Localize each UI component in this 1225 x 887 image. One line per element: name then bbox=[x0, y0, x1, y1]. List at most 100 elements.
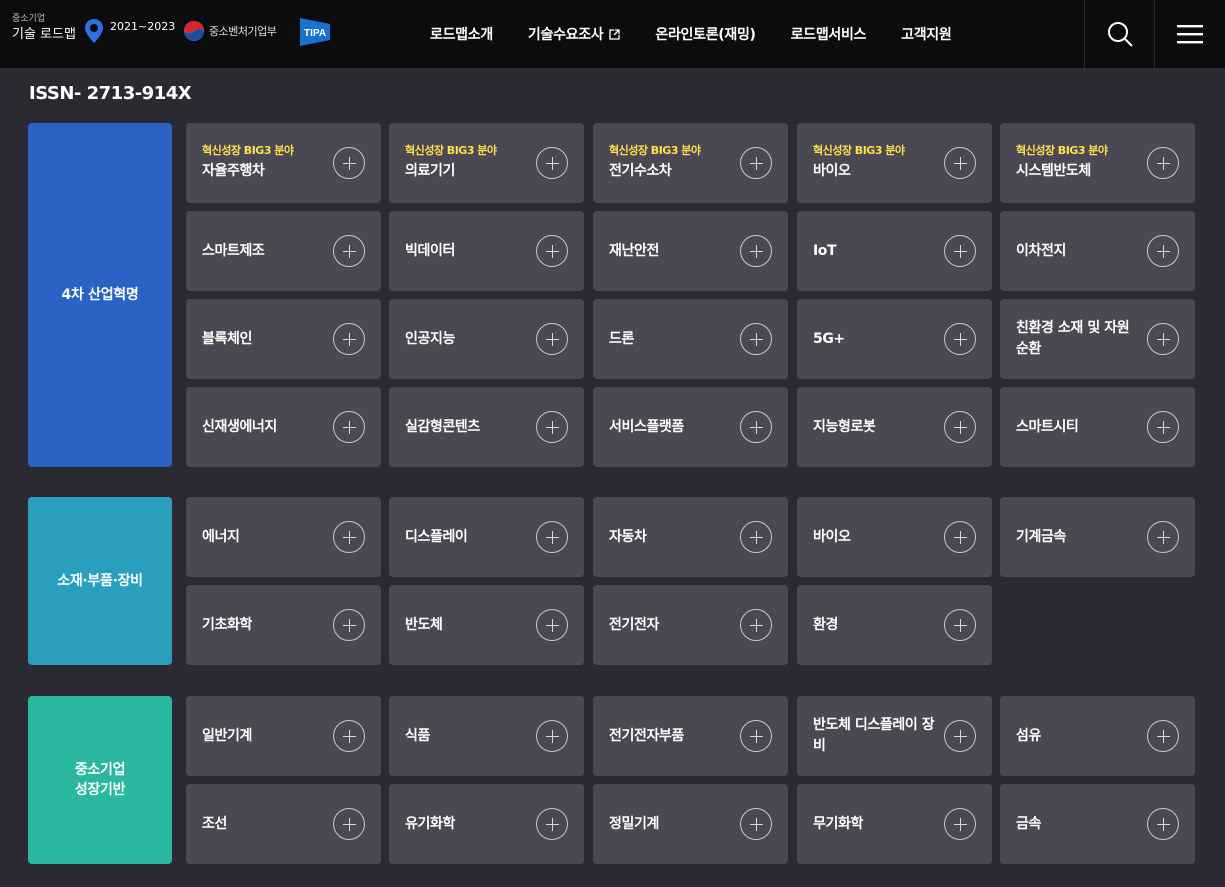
logo-main: 기술 로드맵 bbox=[12, 27, 76, 42]
roadmap-card[interactable]: 자동차 bbox=[593, 497, 788, 577]
plus-icon[interactable] bbox=[536, 521, 568, 553]
roadmap-card[interactable]: 조선 bbox=[186, 784, 381, 864]
roadmap-card[interactable]: 디스플레이 bbox=[389, 497, 584, 577]
card-tag: 혁신성장 BIG3 분야 bbox=[609, 144, 701, 157]
nav-customer-support[interactable]: 고객지원 bbox=[901, 24, 952, 44]
card-title: 시스템반도체 bbox=[1016, 163, 1091, 179]
roadmap-card[interactable]: 반도체 bbox=[389, 585, 584, 665]
roadmap-card[interactable]: 신재생에너지 bbox=[186, 387, 381, 467]
plus-icon[interactable] bbox=[944, 235, 976, 267]
roadmap-card[interactable]: 혁신성장 BIG3 분야 바이오 bbox=[797, 123, 992, 203]
plus-icon[interactable] bbox=[944, 521, 976, 553]
plus-icon[interactable] bbox=[944, 411, 976, 443]
nav-roadmap-service[interactable]: 로드맵서비스 bbox=[791, 24, 867, 44]
ministry-label[interactable]: 중소벤처기업부 bbox=[209, 23, 277, 39]
roadmap-card[interactable]: 실감형콘텐츠 bbox=[389, 387, 584, 467]
roadmap-card[interactable]: 서비스플랫폼 bbox=[593, 387, 788, 467]
plus-icon[interactable] bbox=[536, 808, 568, 840]
roadmap-card[interactable]: 친환경 소재 및 자원순환 bbox=[1000, 299, 1195, 379]
plus-icon[interactable] bbox=[536, 323, 568, 355]
card-title: 디스플레이 bbox=[405, 528, 468, 545]
plus-icon[interactable] bbox=[740, 323, 772, 355]
roadmap-card[interactable]: 일반기계 bbox=[186, 696, 381, 776]
roadmap-card[interactable]: 에너지 bbox=[186, 497, 381, 577]
section-label-text: 4차 산업혁명 bbox=[61, 287, 139, 303]
roadmap-card[interactable]: 기초화학 bbox=[186, 585, 381, 665]
roadmap-card[interactable]: 전기전자 bbox=[593, 585, 788, 665]
plus-icon[interactable] bbox=[1147, 808, 1179, 840]
card-title: IoT bbox=[813, 242, 837, 259]
roadmap-card[interactable]: 5G+ bbox=[797, 299, 992, 379]
plus-icon[interactable] bbox=[536, 411, 568, 443]
roadmap-card[interactable]: 이차전지 bbox=[1000, 211, 1195, 291]
plus-icon[interactable] bbox=[740, 808, 772, 840]
roadmap-card[interactable]: 혁신성장 BIG3 분야 전기수소차 bbox=[593, 123, 788, 203]
roadmap-card[interactable]: 혁신성장 BIG3 분야 시스템반도체 bbox=[1000, 123, 1195, 203]
plus-icon[interactable] bbox=[333, 147, 365, 179]
plus-icon[interactable] bbox=[944, 609, 976, 641]
menu-button[interactable] bbox=[1155, 0, 1225, 68]
roadmap-card[interactable]: IoT bbox=[797, 211, 992, 291]
nav-online-discussion[interactable]: 온라인토론(재밍) bbox=[655, 24, 756, 44]
roadmap-card[interactable]: 드론 bbox=[593, 299, 788, 379]
roadmap-card[interactable]: 스마트시티 bbox=[1000, 387, 1195, 467]
plus-icon[interactable] bbox=[536, 235, 568, 267]
roadmap-card[interactable]: 기계금속 bbox=[1000, 497, 1195, 577]
roadmap-card[interactable]: 인공지능 bbox=[389, 299, 584, 379]
roadmap-card[interactable]: 환경 bbox=[797, 585, 992, 665]
roadmap-card[interactable]: 바이오 bbox=[797, 497, 992, 577]
nav-tech-demand-survey[interactable]: 기술수요조사 bbox=[528, 24, 621, 44]
roadmap-card[interactable]: 지능형로봇 bbox=[797, 387, 992, 467]
plus-icon[interactable] bbox=[1147, 147, 1179, 179]
plus-icon[interactable] bbox=[740, 609, 772, 641]
site-logo[interactable]: 중소기업 기술 로드맵 bbox=[12, 14, 82, 43]
card-title: 스마트시티 bbox=[1016, 418, 1079, 435]
roadmap-card[interactable]: 스마트제조 bbox=[186, 211, 381, 291]
card-text: 친환경 소재 및 자원순환 bbox=[1016, 299, 1141, 379]
plus-icon[interactable] bbox=[333, 411, 365, 443]
plus-icon[interactable] bbox=[1147, 235, 1179, 267]
plus-icon[interactable] bbox=[740, 411, 772, 443]
plus-icon[interactable] bbox=[740, 147, 772, 179]
plus-icon[interactable] bbox=[944, 147, 976, 179]
card-title: 환경 bbox=[813, 616, 838, 633]
roadmap-card[interactable]: 블록체인 bbox=[186, 299, 381, 379]
roadmap-card[interactable]: 무기화학 bbox=[797, 784, 992, 864]
roadmap-card[interactable]: 식품 bbox=[389, 696, 584, 776]
plus-icon[interactable] bbox=[333, 609, 365, 641]
roadmap-card[interactable]: 정밀기계 bbox=[593, 784, 788, 864]
plus-icon[interactable] bbox=[1147, 411, 1179, 443]
roadmap-card[interactable]: 빅데이터 bbox=[389, 211, 584, 291]
plus-icon[interactable] bbox=[944, 323, 976, 355]
roadmap-card[interactable]: 전기전자부품 bbox=[593, 696, 788, 776]
plus-icon[interactable] bbox=[1147, 323, 1179, 355]
plus-icon[interactable] bbox=[1147, 521, 1179, 553]
nav-roadmap-intro[interactable]: 로드맵소개 bbox=[430, 24, 493, 44]
plus-icon[interactable] bbox=[536, 147, 568, 179]
card-text: 인공지능 bbox=[405, 299, 530, 379]
plus-icon[interactable] bbox=[333, 235, 365, 267]
roadmap-card[interactable]: 혁신성장 BIG3 분야 의료기기 bbox=[389, 123, 584, 203]
plus-icon[interactable] bbox=[536, 720, 568, 752]
plus-icon[interactable] bbox=[740, 235, 772, 267]
plus-icon[interactable] bbox=[740, 720, 772, 752]
roadmap-card[interactable]: 섬유 bbox=[1000, 696, 1195, 776]
plus-icon[interactable] bbox=[944, 808, 976, 840]
logo-sub: 중소기업 bbox=[12, 14, 46, 24]
roadmap-card[interactable]: 재난안전 bbox=[593, 211, 788, 291]
plus-icon[interactable] bbox=[536, 609, 568, 641]
plus-icon[interactable] bbox=[333, 521, 365, 553]
tipa-logo-icon[interactable]: TIPA bbox=[296, 14, 334, 50]
roadmap-card[interactable]: 혁신성장 BIG3 분야 자율주행차 bbox=[186, 123, 381, 203]
roadmap-card[interactable]: 금속 bbox=[1000, 784, 1195, 864]
plus-icon[interactable] bbox=[333, 808, 365, 840]
plus-icon[interactable] bbox=[740, 521, 772, 553]
plus-icon[interactable] bbox=[944, 720, 976, 752]
plus-icon[interactable] bbox=[333, 720, 365, 752]
card-title: 전기전자 bbox=[609, 616, 659, 633]
plus-icon[interactable] bbox=[333, 323, 365, 355]
roadmap-card[interactable]: 유기화학 bbox=[389, 784, 584, 864]
search-button[interactable] bbox=[1084, 0, 1155, 68]
plus-icon[interactable] bbox=[1147, 720, 1179, 752]
roadmap-card[interactable]: 반도체 디스플레이 장비 bbox=[797, 696, 992, 776]
